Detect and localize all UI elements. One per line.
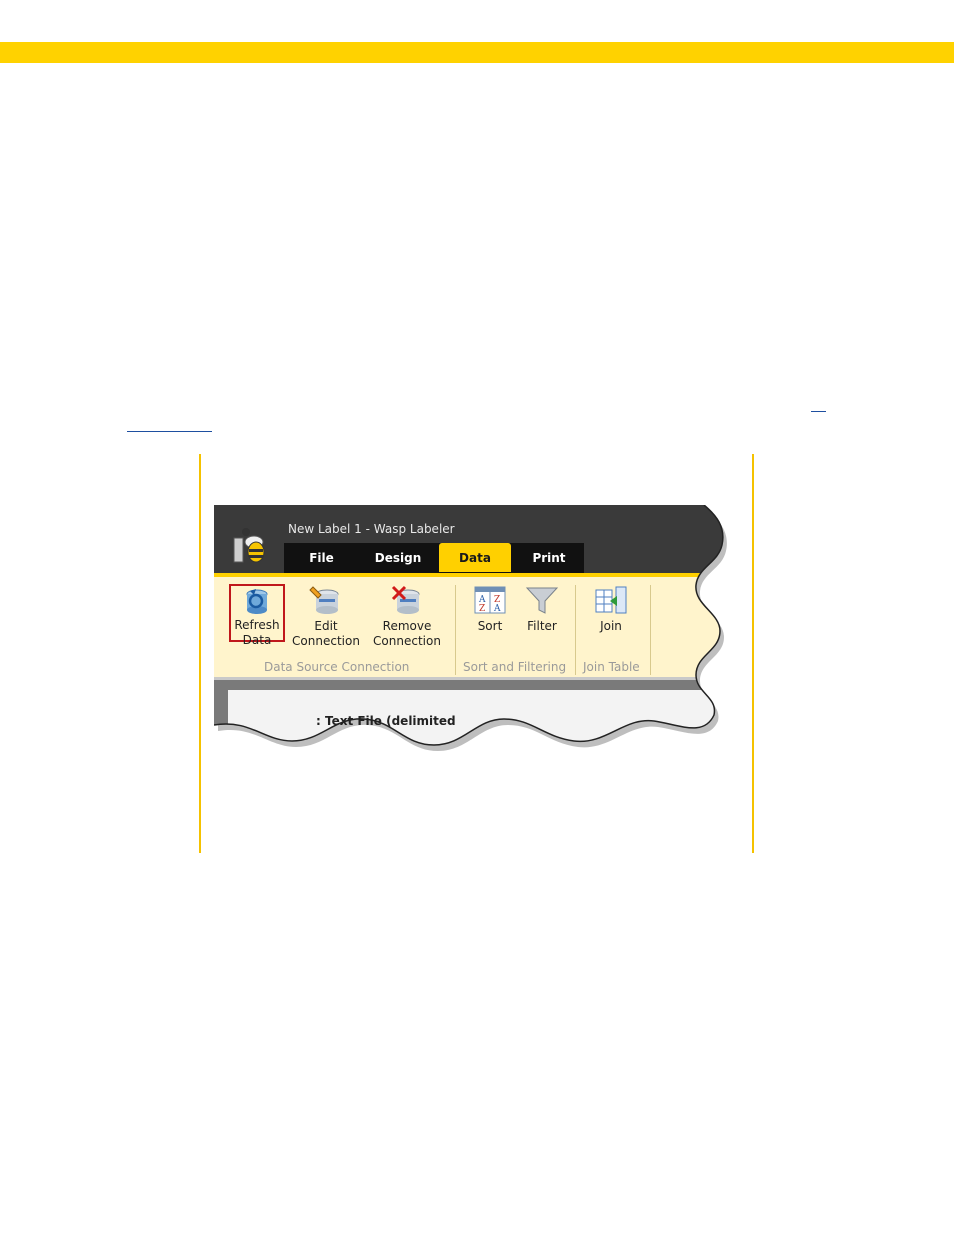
wasp-logo-icon <box>232 524 270 564</box>
remove-label-line1: Remove <box>382 619 432 633</box>
ribbon-group-separator <box>650 585 651 675</box>
group-label-join-table: Join Table <box>583 660 640 674</box>
svg-text:Z: Z <box>479 604 485 614</box>
group-label-sort-filter: Sort and Filtering <box>463 660 567 674</box>
svg-text:A: A <box>493 604 501 614</box>
refresh-database-icon <box>242 586 272 616</box>
refresh-label-line1: Refresh <box>234 618 280 632</box>
filter-funnel-icon <box>525 585 559 615</box>
window-title: New Label 1 - Wasp Labeler <box>288 522 455 536</box>
refresh-data-button[interactable]: Refresh Data <box>229 584 285 647</box>
filter-button[interactable]: Filter <box>518 585 566 634</box>
join-button[interactable]: Join <box>588 585 634 634</box>
group-label-data-source: Data Source Connection <box>264 660 410 674</box>
remove-connection-button[interactable]: Remove Connection <box>370 585 444 649</box>
sort-button[interactable]: A Z Z A Sort <box>468 585 512 634</box>
link-fragment-underline[interactable] <box>811 411 826 412</box>
remove-database-icon <box>390 585 424 615</box>
edit-label-line2: Connection <box>292 634 360 648</box>
sort-az-icon: A Z Z A <box>473 585 507 615</box>
filter-label: Filter <box>527 619 557 633</box>
application-screenshot: New Label 1 - Wasp Labeler File Design D… <box>214 505 744 770</box>
tab-design[interactable]: Design <box>360 543 436 572</box>
figure-left-rule <box>199 454 201 853</box>
ribbon-group-separator <box>575 585 576 675</box>
link-fragment-underline[interactable] <box>127 431 212 432</box>
edit-database-icon <box>309 585 343 615</box>
data-source-type-text: : Text File (delimited <box>316 714 456 728</box>
ribbon-group-separator <box>455 585 456 675</box>
sort-label: Sort <box>477 619 503 633</box>
tab-data[interactable]: Data <box>439 543 511 572</box>
tab-file[interactable]: File <box>288 543 355 572</box>
tab-print[interactable]: Print <box>514 543 584 572</box>
join-label: Join <box>600 619 622 633</box>
figure-right-rule <box>752 454 754 853</box>
remove-label-line2: Connection <box>373 634 441 648</box>
edit-connection-button[interactable]: Edit Connection <box>290 585 362 649</box>
header-accent-bar <box>0 42 954 63</box>
join-table-icon <box>594 585 628 615</box>
refresh-label-line2: Data <box>242 633 272 647</box>
edit-label-line1: Edit <box>314 619 338 633</box>
